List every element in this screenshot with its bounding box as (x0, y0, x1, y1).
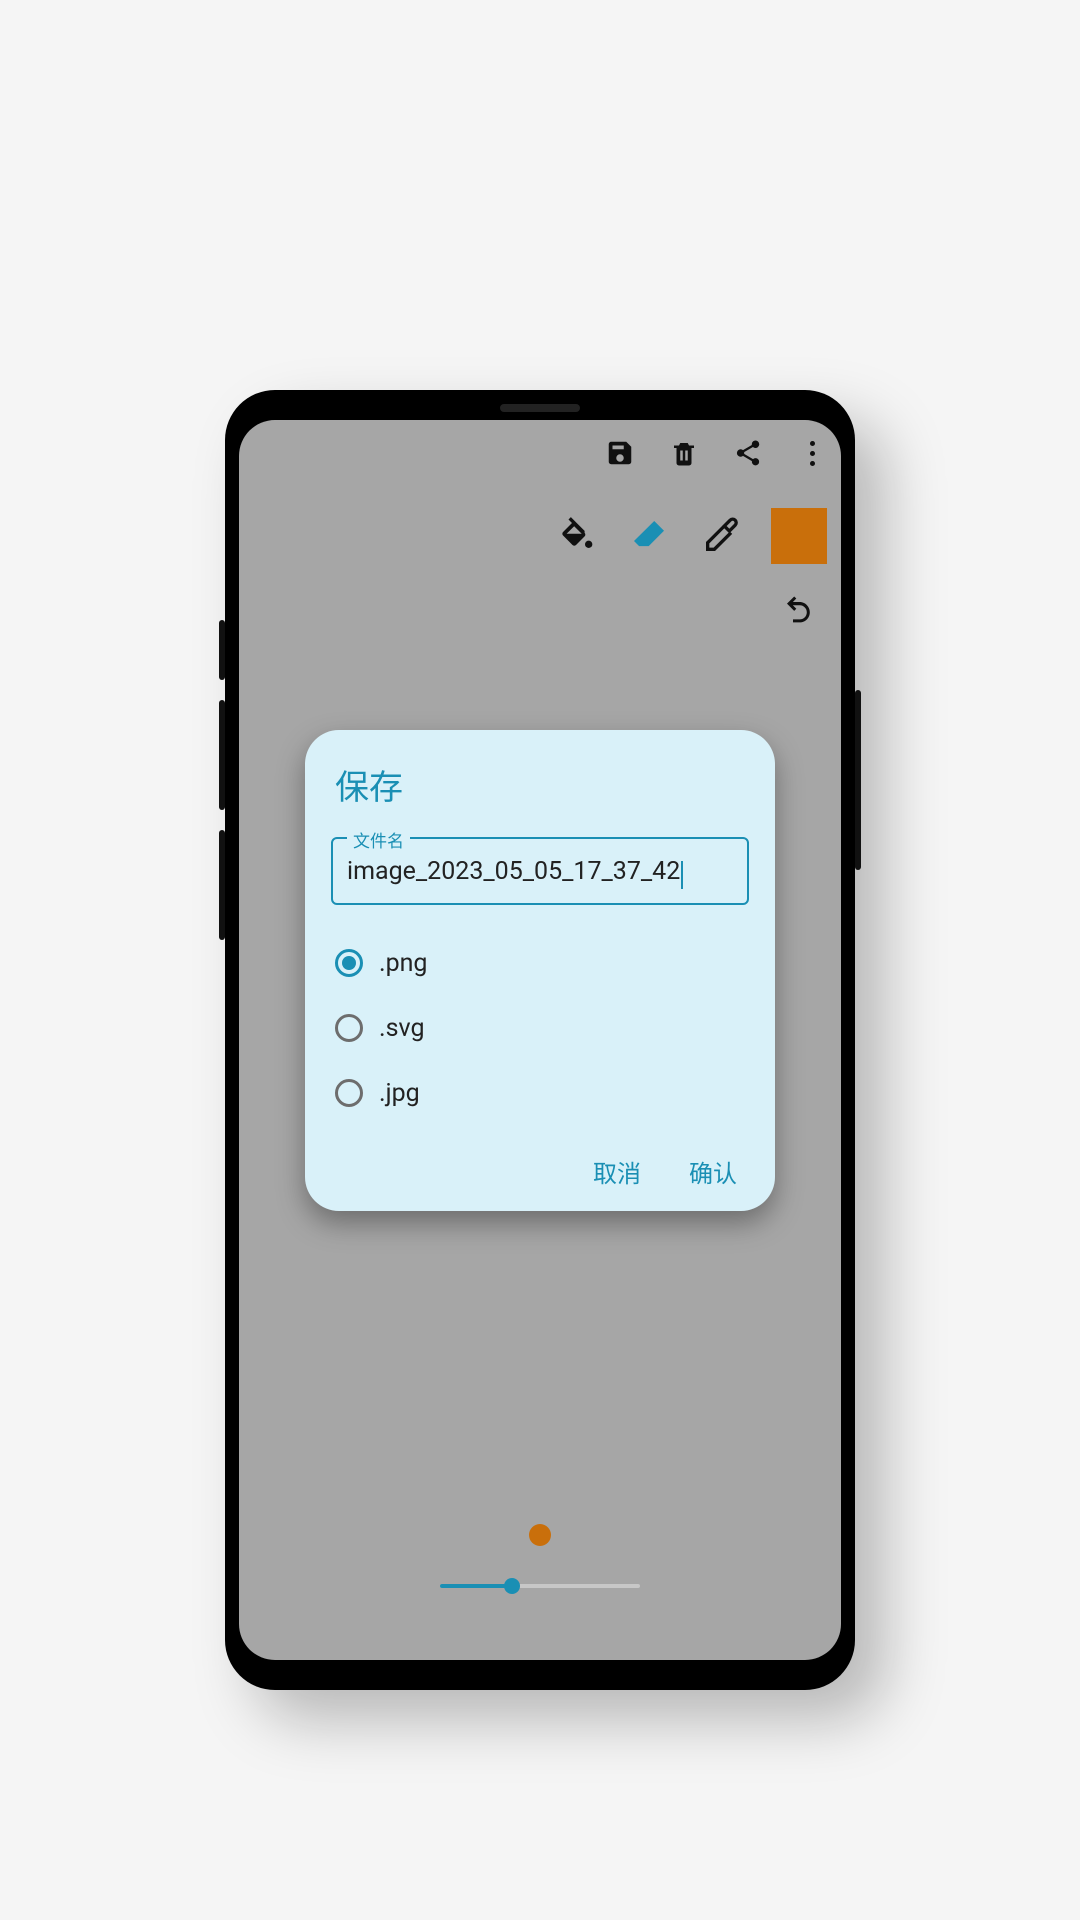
phone-side-button (219, 830, 225, 940)
cancel-button[interactable]: 取消 (593, 1154, 641, 1189)
confirm-button[interactable]: 确认 (689, 1154, 737, 1189)
format-radio-group: .png .svg .jpg (331, 931, 749, 1126)
filename-input-text[interactable]: image_2023_05_05_17_37_42 (347, 857, 680, 886)
delete-icon[interactable] (669, 438, 699, 468)
format-label: .png (379, 949, 427, 978)
phone-side-button (219, 700, 225, 810)
tool-row (555, 508, 827, 564)
filename-field[interactable]: 文件名 image_2023_05_05_17_37_42 (331, 837, 749, 905)
screen: 保存 文件名 image_2023_05_05_17_37_42 .png .s… (239, 420, 841, 1660)
dialog-actions: 取消 确认 (331, 1154, 749, 1189)
format-label: .jpg (379, 1079, 420, 1108)
phone-frame: 保存 文件名 image_2023_05_05_17_37_42 .png .s… (225, 390, 855, 1690)
save-dialog: 保存 文件名 image_2023_05_05_17_37_42 .png .s… (305, 730, 775, 1211)
format-option-jpg[interactable]: .jpg (331, 1061, 749, 1126)
phone-side-button (855, 690, 861, 870)
eyedropper-icon[interactable] (699, 514, 743, 558)
fill-icon[interactable] (555, 514, 599, 558)
undo-icon[interactable] (779, 588, 819, 628)
save-icon[interactable] (605, 438, 635, 468)
color-swatch[interactable] (771, 508, 827, 564)
more-icon[interactable] (797, 441, 827, 466)
radio-unselected-icon (335, 1014, 363, 1042)
filename-label: 文件名 (347, 827, 410, 852)
top-action-bar (605, 438, 827, 468)
slider-thumb[interactable] (504, 1578, 520, 1594)
format-option-png[interactable]: .png (331, 931, 749, 996)
text-cursor (681, 861, 683, 889)
phone-side-button (219, 620, 225, 680)
brush-size-slider[interactable] (440, 1584, 640, 1588)
radio-selected-icon (335, 949, 363, 977)
format-label: .svg (379, 1014, 424, 1043)
dialog-title: 保存 (331, 760, 749, 809)
eraser-icon[interactable] (627, 514, 671, 558)
format-option-svg[interactable]: .svg (331, 996, 749, 1061)
share-icon[interactable] (733, 438, 763, 468)
radio-unselected-icon (335, 1079, 363, 1107)
slider-fill (440, 1584, 512, 1588)
brush-preview-dot (529, 1524, 551, 1546)
